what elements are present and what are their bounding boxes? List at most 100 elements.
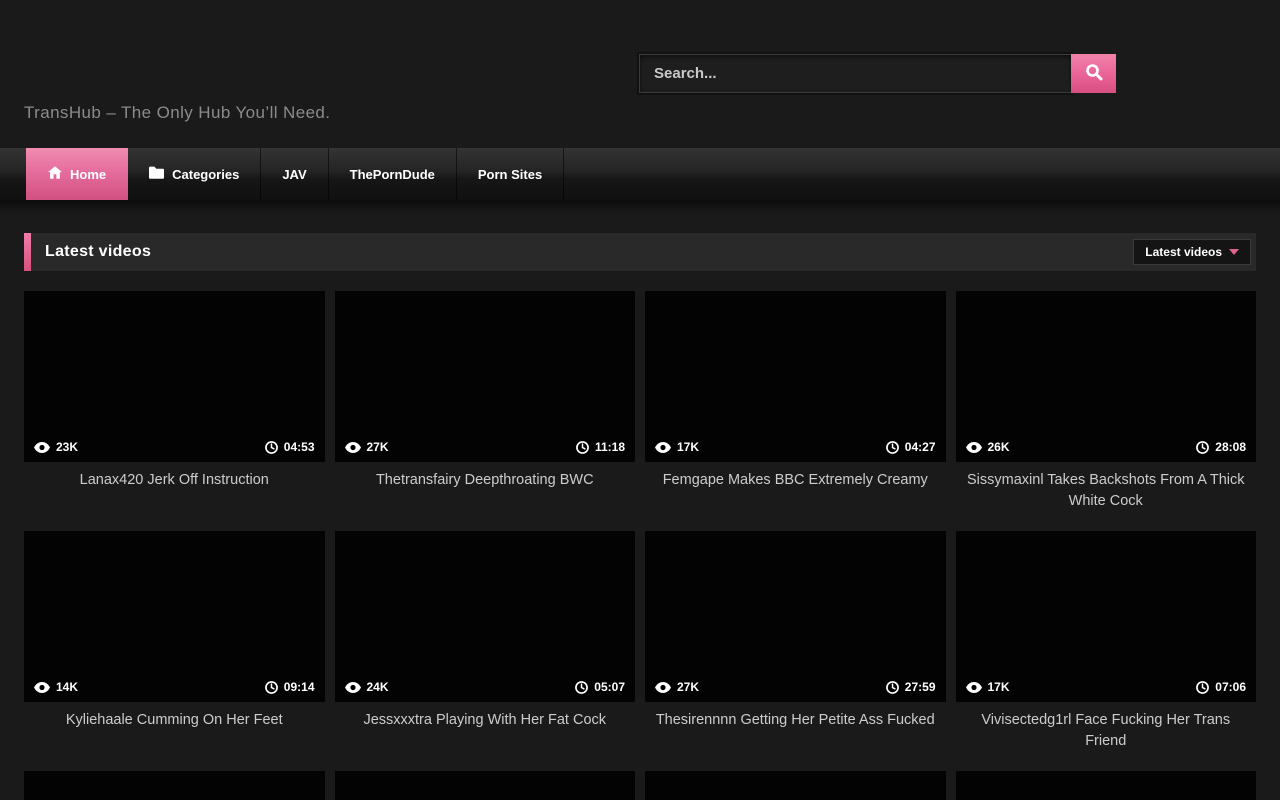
search-button[interactable] — [1071, 54, 1116, 93]
view-count-value: 27K — [677, 680, 699, 694]
video-card[interactable]: 24K 05:07 Jessxxxtra Playing With Her Fa… — [335, 531, 636, 752]
eye-icon — [966, 682, 982, 693]
video-card[interactable]: 14K 09:14 Kyliehaale Cumming On Her Feet — [24, 531, 325, 752]
video-card-partial[interactable] — [335, 771, 636, 800]
video-card[interactable]: 26K 28:08 Sissymaxinl Takes Backshots Fr… — [956, 291, 1257, 512]
video-stats: 24K 05:07 — [335, 680, 636, 702]
video-stats: 17K 04:27 — [645, 440, 946, 462]
video-thumbnail[interactable]: 27K 27:59 — [645, 531, 946, 702]
search-input[interactable] — [639, 54, 1071, 93]
video-thumbnail[interactable] — [956, 771, 1257, 800]
eye-icon — [345, 442, 361, 453]
video-card[interactable]: 23K 04:53 Lanax420 Jerk Off Instruction — [24, 291, 325, 512]
eye-icon — [345, 682, 361, 693]
video-thumbnail[interactable]: 23K 04:53 — [24, 291, 325, 462]
eye-icon — [34, 682, 50, 693]
video-thumbnail[interactable]: 26K 28:08 — [956, 291, 1257, 462]
video-stats: 27K 27:59 — [645, 680, 946, 702]
video-card[interactable]: 27K 27:59 Thesirennnn Getting Her Petite… — [645, 531, 946, 752]
sort-dropdown[interactable]: Latest videos — [1133, 239, 1251, 265]
clock-icon — [265, 441, 278, 454]
video-stats: 14K 09:14 — [24, 680, 325, 702]
video-card-partial[interactable] — [645, 771, 946, 800]
video-stats: 17K 07:06 — [956, 680, 1257, 702]
video-grid: 23K 04:53 Lanax420 Jerk Off Instruction — [24, 291, 1256, 800]
main-nav: Home Categories JAV ThePornDude Porn Sit… — [0, 148, 1280, 200]
video-duration: 05:07 — [575, 680, 625, 694]
video-thumbnail[interactable] — [24, 771, 325, 800]
nav-item-home[interactable]: Home — [26, 148, 128, 200]
view-count: 27K — [345, 440, 389, 454]
page-header: TransHub – The Only Hub You’ll Need. — [0, 0, 1280, 148]
video-duration-value: 09:14 — [284, 680, 315, 694]
nav-item-jav[interactable]: JAV — [261, 148, 328, 200]
video-title[interactable]: Thesirennnn Getting Her Petite Ass Fucke… — [645, 710, 946, 752]
video-thumbnail[interactable]: 17K 07:06 — [956, 531, 1257, 702]
video-thumbnail[interactable]: 27K 11:18 — [335, 291, 636, 462]
view-count: 24K — [345, 680, 389, 694]
view-count-value: 24K — [367, 680, 389, 694]
video-duration-value: 04:27 — [905, 440, 936, 454]
clock-icon — [1196, 681, 1209, 694]
video-duration: 07:06 — [1196, 680, 1246, 694]
main-content: Latest videos Latest videos 23K — [0, 233, 1280, 800]
video-card-partial[interactable] — [956, 771, 1257, 800]
video-duration-value: 28:08 — [1215, 440, 1246, 454]
section-title: Latest videos — [45, 243, 151, 261]
video-title[interactable]: Lanax420 Jerk Off Instruction — [24, 470, 325, 512]
caret-down-icon — [1229, 249, 1239, 255]
video-duration: 04:27 — [886, 440, 936, 454]
site-title: TransHub – The Only Hub You’ll Need. — [24, 103, 330, 123]
nav-item-label: JAV — [282, 167, 306, 182]
video-duration: 28:08 — [1196, 440, 1246, 454]
nav-item-label: Home — [70, 167, 106, 182]
view-count: 23K — [34, 440, 78, 454]
nav-item-theporndude[interactable]: ThePornDude — [329, 148, 457, 200]
view-count-value: 23K — [56, 440, 78, 454]
eye-icon — [966, 442, 982, 453]
nav-item-porn-sites[interactable]: Porn Sites — [457, 148, 564, 200]
video-title[interactable]: Jessxxxtra Playing With Her Fat Cock — [335, 710, 636, 752]
clock-icon — [1196, 441, 1209, 454]
eye-icon — [655, 442, 671, 453]
nav-item-label: Categories — [172, 167, 239, 182]
clock-icon — [886, 681, 899, 694]
view-count-value: 17K — [988, 680, 1010, 694]
video-title[interactable]: Femgape Makes BBC Extremely Creamy — [645, 470, 946, 512]
video-title[interactable]: Sissymaxinl Takes Backshots From A Thick… — [956, 470, 1257, 512]
video-thumbnail[interactable] — [645, 771, 946, 800]
nav-item-categories[interactable]: Categories — [128, 148, 261, 200]
video-title[interactable]: Thetransfairy Deepthroating BWC — [335, 470, 636, 512]
video-duration-value: 27:59 — [905, 680, 936, 694]
video-card[interactable]: 17K 07:06 Vivisectedg1rl Face Fucking He… — [956, 531, 1257, 752]
folder-icon — [149, 166, 164, 182]
video-duration-value: 04:53 — [284, 440, 315, 454]
video-card[interactable]: 17K 04:27 Femgape Makes BBC Extremely Cr… — [645, 291, 946, 512]
video-card[interactable]: 27K 11:18 Thetransfairy Deepthroating BW… — [335, 291, 636, 512]
home-icon — [48, 166, 62, 182]
clock-icon — [886, 441, 899, 454]
view-count-value: 26K — [988, 440, 1010, 454]
sort-dropdown-label: Latest videos — [1145, 245, 1222, 259]
video-thumbnail[interactable] — [335, 771, 636, 800]
video-duration: 04:53 — [265, 440, 315, 454]
video-stats: 23K 04:53 — [24, 440, 325, 462]
search-bar — [639, 54, 1116, 93]
view-count: 14K — [34, 680, 78, 694]
view-count: 17K — [966, 680, 1010, 694]
eye-icon — [655, 682, 671, 693]
video-title[interactable]: Vivisectedg1rl Face Fucking Her Trans Fr… — [956, 710, 1257, 752]
video-thumbnail[interactable]: 24K 05:07 — [335, 531, 636, 702]
video-thumbnail[interactable]: 17K 04:27 — [645, 291, 946, 462]
view-count-value: 17K — [677, 440, 699, 454]
clock-icon — [575, 681, 588, 694]
video-duration: 09:14 — [265, 680, 315, 694]
video-duration: 11:18 — [576, 440, 625, 454]
video-thumbnail[interactable]: 14K 09:14 — [24, 531, 325, 702]
video-stats: 27K 11:18 — [335, 440, 636, 462]
view-count-value: 14K — [56, 680, 78, 694]
clock-icon — [576, 441, 589, 454]
video-card-partial[interactable] — [24, 771, 325, 800]
video-title[interactable]: Kyliehaale Cumming On Her Feet — [24, 710, 325, 752]
search-icon — [1085, 63, 1103, 84]
